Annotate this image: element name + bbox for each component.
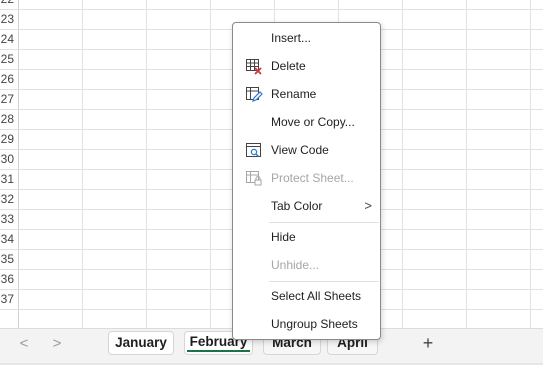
- active-tab-underline: [187, 350, 250, 352]
- row-number[interactable]: 34: [0, 230, 18, 249]
- menu-item-view-code[interactable]: View Code: [233, 139, 380, 163]
- menu-item-select-all-sheets[interactable]: Select All Sheets: [233, 285, 380, 309]
- row-number[interactable]: 28: [0, 110, 18, 129]
- delete-sheet-icon: [245, 58, 263, 76]
- menu-item-rename[interactable]: Rename: [233, 83, 380, 107]
- row-number[interactable]: 32: [0, 190, 18, 209]
- row-number[interactable]: 23: [0, 10, 18, 29]
- row-number[interactable]: 30: [0, 150, 18, 169]
- menu-item-hide[interactable]: Hide: [233, 226, 380, 250]
- menu-item-label: Insert...: [271, 31, 312, 45]
- next-sheet-button[interactable]: >: [47, 334, 67, 354]
- menu-item-label: Move or Copy...: [271, 115, 355, 129]
- row-number[interactable]: 29: [0, 130, 18, 149]
- row-number[interactable]: 35: [0, 250, 18, 269]
- menu-item-tab-color[interactable]: Tab Color >: [233, 195, 380, 219]
- menu-separator: [269, 281, 379, 282]
- menu-item-label: View Code: [271, 143, 329, 157]
- row-number[interactable]: 26: [0, 70, 18, 89]
- row-number[interactable]: 22: [0, 0, 18, 9]
- row-number[interactable]: 24: [0, 30, 18, 49]
- menu-item-label: Select All Sheets: [271, 289, 362, 303]
- row-number[interactable]: 33: [0, 210, 18, 229]
- menu-item-ungroup-sheets[interactable]: Ungroup Sheets: [233, 313, 380, 337]
- menu-item-label: Rename: [271, 87, 317, 101]
- menu-item-insert[interactable]: Insert...: [233, 27, 380, 51]
- view-code-icon: [245, 142, 263, 160]
- add-sheet-button[interactable]: +: [419, 334, 437, 352]
- rename-sheet-icon: [245, 86, 263, 104]
- row-number[interactable]: 27: [0, 90, 18, 109]
- sheet-tab-context-menu: Insert... Delete Rename Move or Copy... …: [232, 22, 381, 340]
- chevron-right-icon: >: [364, 198, 372, 213]
- menu-item-label: Unhide...: [271, 258, 320, 272]
- menu-item-protect-sheet[interactable]: Protect Sheet...: [233, 167, 380, 191]
- menu-item-label: Protect Sheet...: [271, 171, 354, 185]
- menu-item-label: Hide: [271, 230, 296, 244]
- protect-sheet-icon: [245, 170, 263, 188]
- menu-item-label: Ungroup Sheets: [271, 317, 358, 331]
- row-number[interactable]: 36: [0, 270, 18, 289]
- menu-item-unhide[interactable]: Unhide...: [233, 254, 380, 278]
- grid-row[interactable]: 22: [0, 0, 543, 10]
- menu-item-delete[interactable]: Delete: [233, 55, 380, 79]
- row-number[interactable]: 37: [0, 290, 18, 309]
- sheet-tab-label: January: [115, 335, 167, 350]
- row-number[interactable]: 31: [0, 170, 18, 189]
- sheet-tab-january[interactable]: January: [108, 331, 174, 355]
- menu-item-label: Tab Color: [271, 199, 323, 213]
- row-number[interactable]: 25: [0, 50, 18, 69]
- prev-sheet-button[interactable]: <: [14, 334, 34, 354]
- menu-separator: [269, 222, 379, 223]
- menu-item-move-or-copy[interactable]: Move or Copy...: [233, 111, 380, 135]
- menu-item-label: Delete: [271, 59, 306, 73]
